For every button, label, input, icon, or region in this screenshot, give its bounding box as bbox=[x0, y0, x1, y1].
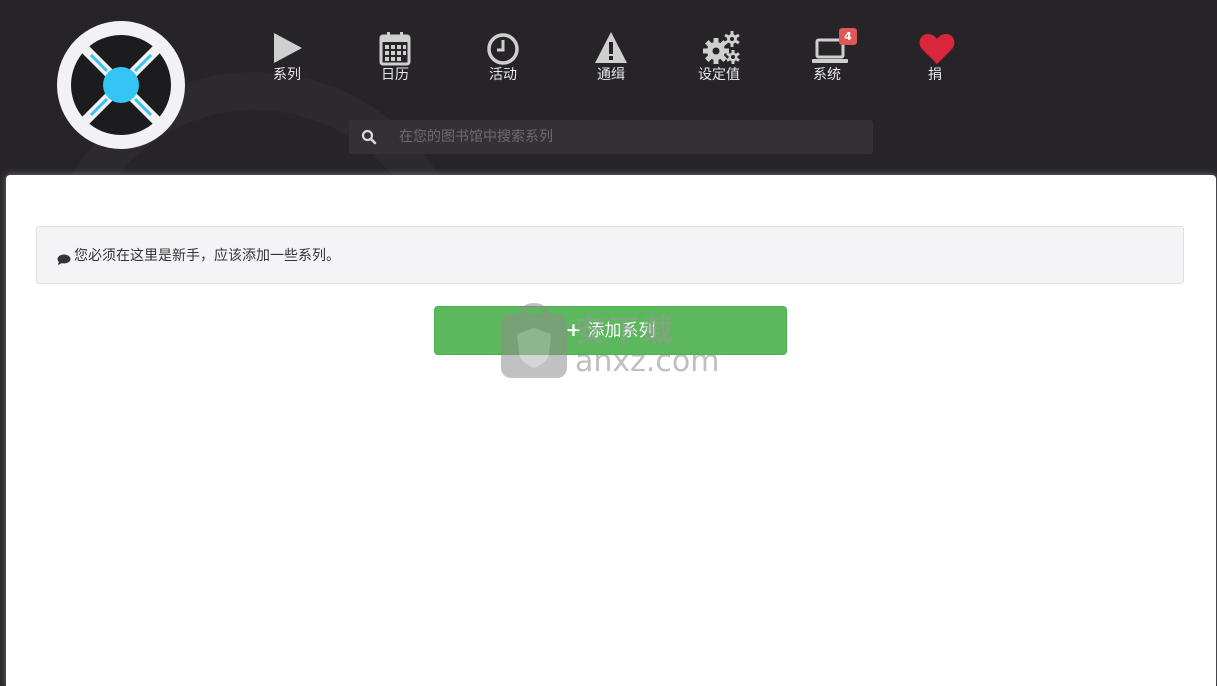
nav-calendar-label: 日历 bbox=[381, 67, 409, 83]
sonarr-logo[interactable] bbox=[57, 21, 185, 149]
main-content: 您必须在这里是新手，应该添加一些系列。 + 添加系列 bbox=[6, 175, 1216, 686]
warning-icon bbox=[594, 30, 628, 66]
nav-wanted[interactable]: 通缉 bbox=[569, 30, 653, 92]
plus-icon: + bbox=[565, 319, 582, 341]
add-series-button-label: 添加系列 bbox=[587, 321, 656, 341]
nav-series-label: 系列 bbox=[273, 67, 301, 83]
new-user-info-alert: 您必须在这里是新手，应该添加一些系列。 bbox=[36, 226, 1184, 284]
nav-donate-label: 捐 bbox=[928, 67, 942, 83]
alert-message: 您必须在这里是新手，应该添加一些系列。 bbox=[74, 248, 340, 264]
system-notification-badge: 4 bbox=[839, 28, 857, 45]
heart-icon bbox=[918, 30, 955, 66]
nav-calendar[interactable]: 日历 bbox=[353, 30, 437, 92]
nav-activity[interactable]: 活动 bbox=[461, 30, 545, 92]
nav-settings[interactable]: 设定值 bbox=[677, 30, 761, 92]
top-header: 系列 日历 活动 通缉 设定值 4 系统 捐 在您的图书馆中搜索系列 bbox=[0, 0, 1217, 178]
comment-icon bbox=[57, 251, 71, 265]
nav-settings-label: 设定值 bbox=[698, 67, 740, 83]
gears-icon bbox=[702, 30, 740, 66]
play-icon bbox=[270, 30, 304, 66]
series-search-input[interactable] bbox=[399, 120, 859, 154]
nav-wanted-label: 通缉 bbox=[597, 67, 625, 83]
nav-donate[interactable]: 捐 bbox=[893, 30, 977, 92]
series-search-bar bbox=[349, 120, 873, 154]
calendar-icon bbox=[378, 30, 412, 66]
clock-icon bbox=[486, 30, 520, 66]
nav-system[interactable]: 4 系统 bbox=[785, 28, 869, 92]
nav-activity-label: 活动 bbox=[489, 67, 517, 83]
nav-series[interactable]: 系列 bbox=[245, 30, 329, 92]
add-series-button[interactable]: + 添加系列 bbox=[434, 306, 787, 355]
search-icon bbox=[361, 129, 377, 145]
nav-system-label: 系统 bbox=[813, 67, 841, 83]
